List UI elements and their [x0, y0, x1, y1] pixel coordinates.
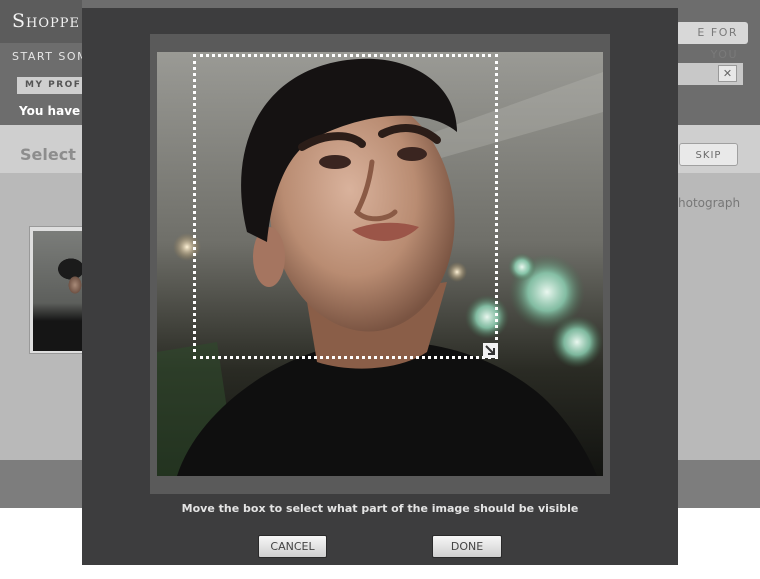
my-profile-tab[interactable]: MY PROFI [17, 77, 82, 94]
crop-instructions: Move the box to select what part of the … [181, 502, 579, 515]
resize-handle-icon[interactable] [483, 343, 498, 358]
done-button[interactable]: DONE [432, 535, 502, 558]
photo-thumbnail[interactable] [29, 226, 83, 354]
search-clear-icon[interactable]: ✕ [718, 65, 737, 82]
skip-button[interactable]: SKIP [679, 143, 738, 166]
site-logo: Shoppe [12, 10, 80, 32]
site-tagline: START SOM [12, 50, 89, 63]
photograph-hint: hotograph [678, 196, 741, 210]
notice-text: You have ca [19, 104, 83, 118]
thumbnail-image [33, 231, 82, 351]
cancel-button[interactable]: CANCEL [258, 535, 327, 558]
select-photo-title: Select p [20, 145, 82, 164]
crop-selection-box[interactable] [193, 54, 498, 359]
for-you-button[interactable]: E FOR YOU [676, 22, 748, 61]
